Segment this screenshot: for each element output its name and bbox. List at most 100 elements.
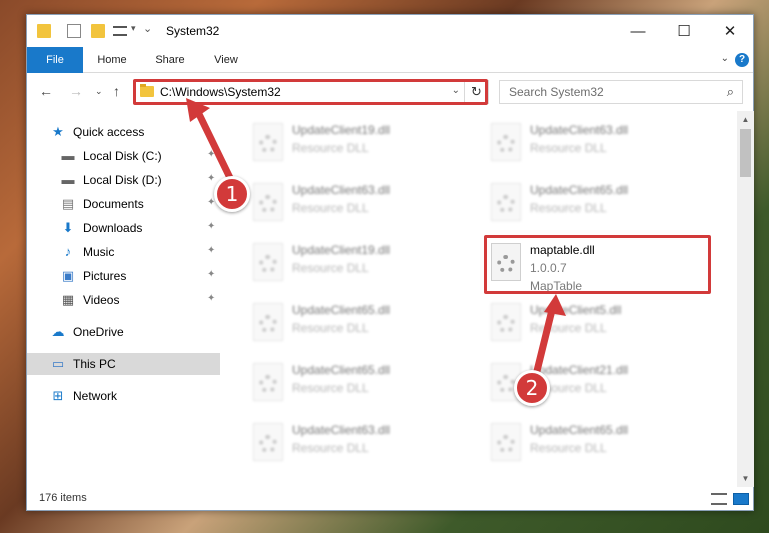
dropdown-arrow-icon[interactable]: ▾ [131, 23, 136, 34]
gear-icon [497, 435, 515, 453]
sidebar-item-documents[interactable]: ▤ Documents ✦ [27, 193, 220, 215]
file-name: UpdateClient63.dll [530, 123, 629, 137]
pictures-icon: ▣ [61, 268, 75, 283]
sidebar-item-music[interactable]: ♪ Music ✦ [27, 241, 220, 263]
dll-file-icon [253, 423, 283, 461]
sidebar-item-downloads[interactable]: ⬇ Downloads ✦ [27, 217, 220, 239]
file-item[interactable]: UpdateClient5.dll Resource DLL [485, 299, 710, 355]
sidebar-item-local-disk-d[interactable]: ▬ Local Disk (D:) ✦ [27, 169, 220, 191]
file-item[interactable]: UpdateClient65.dll Resource DLL [485, 419, 710, 475]
back-button[interactable]: ← [39, 83, 53, 99]
window-title: System32 [166, 24, 220, 38]
sidebar-item-this-pc[interactable]: ▭ This PC [27, 353, 220, 375]
details-view-icon[interactable] [711, 493, 727, 505]
file-list: UpdateClient19.dll Resource DLL UpdateClie… [221, 111, 737, 487]
tab-home[interactable]: Home [87, 47, 137, 73]
sidebar-item-label: Pictures [83, 269, 127, 283]
expand-ribbon-icon[interactable]: ⌄ [721, 53, 729, 64]
file-name: UpdateClient5.dll [530, 303, 622, 317]
gear-icon [259, 435, 277, 453]
dll-file-icon [491, 183, 521, 221]
file-detail: Resource DLL [292, 321, 369, 335]
scroll-up-icon[interactable]: ▲ [737, 111, 754, 128]
dll-file-icon [253, 183, 283, 221]
file-detail: Resource DLL [292, 201, 369, 215]
pin-icon: ✦ [207, 293, 216, 304]
close-button[interactable]: ✕ [707, 15, 753, 47]
scroll-down-icon[interactable]: ▼ [737, 470, 754, 487]
sidebar-item-label: Local Disk (D:) [83, 173, 162, 187]
maptable-file-highlight [484, 235, 711, 294]
pin-icon: ✦ [207, 245, 216, 256]
dll-file-icon [253, 123, 283, 161]
search-input[interactable]: Search System32 ⌕ [499, 80, 743, 104]
minimize-button[interactable]: — [615, 15, 661, 47]
help-icon[interactable]: ? [735, 53, 749, 67]
forward-button[interactable]: → [69, 83, 83, 99]
tab-view[interactable]: View [203, 47, 249, 73]
file-name: UpdateClient65.dll [530, 183, 629, 197]
file-detail: Resource DLL [292, 141, 369, 155]
gear-icon [259, 255, 277, 273]
sidebar-item-label: Music [83, 245, 115, 259]
dll-file-icon [253, 303, 283, 341]
gear-icon [259, 135, 277, 153]
sidebar-item-onedrive[interactable]: ☁ OneDrive [27, 321, 220, 343]
sidebar-item-label: Documents [83, 197, 144, 211]
file-item[interactable]: UpdateClient63.dll Resource DLL [247, 179, 472, 235]
sidebar-item-pictures[interactable]: ▣ Pictures ✦ [27, 265, 220, 287]
file-name: UpdateClient65.dll [292, 303, 391, 317]
scroll-thumb[interactable] [740, 129, 751, 177]
file-name: UpdateClient65.dll [292, 363, 391, 377]
dll-file-icon [491, 423, 521, 461]
new-folder-icon[interactable] [91, 24, 105, 38]
step-marker-2: 2 [514, 370, 550, 406]
dll-file-icon [491, 123, 521, 161]
file-name: UpdateClient63.dll [292, 423, 391, 437]
gear-icon [259, 315, 277, 333]
file-name: UpdateClient19.dll [292, 243, 391, 257]
vertical-scrollbar[interactable]: ▲ ▼ [737, 111, 754, 487]
file-item[interactable]: UpdateClient19.dll Resource DLL [247, 119, 472, 175]
file-item[interactable]: UpdateClient63.dll Resource DLL [485, 119, 710, 175]
address-bar-highlight [133, 79, 488, 105]
sidebar-item-videos[interactable]: ▦ Videos ✦ [27, 289, 220, 311]
drive-icon: ▬ [61, 172, 75, 187]
tab-file[interactable]: File [27, 47, 83, 73]
sidebar-item-quick-access[interactable]: ★ Quick access [27, 121, 220, 143]
file-item[interactable]: UpdateClient65.dll Resource DLL [485, 179, 710, 235]
tab-share[interactable]: Share [145, 47, 195, 73]
chevron-down-icon[interactable]: ⌄ [143, 22, 152, 35]
dll-file-icon [253, 243, 283, 281]
file-item[interactable]: UpdateClient65.dll Resource DLL [247, 299, 472, 355]
up-button[interactable]: ↑ [113, 83, 120, 99]
step-marker-1: 1 [214, 176, 250, 212]
sidebar-item-label: Network [73, 389, 118, 403]
pin-icon: ✦ [207, 173, 216, 184]
large-icons-view-icon[interactable] [733, 493, 749, 505]
file-item[interactable]: UpdateClient19.dll Resource DLL [247, 239, 472, 295]
dll-file-icon [491, 303, 521, 341]
item-count: 176 items [39, 492, 87, 504]
recent-locations-button[interactable]: ⌄ [95, 86, 103, 97]
maximize-button[interactable]: ☐ [661, 15, 707, 47]
customize-toolbar-icon[interactable] [113, 26, 127, 36]
properties-icon[interactable] [67, 24, 81, 38]
pin-icon: ✦ [207, 221, 216, 232]
sidebar-item-local-disk-c[interactable]: ▬ Local Disk (C:) ✦ [27, 145, 220, 167]
file-detail: Resource DLL [292, 381, 369, 395]
music-icon: ♪ [64, 244, 72, 259]
file-item[interactable]: UpdateClient65.dll Resource DLL [247, 359, 472, 415]
gear-icon [497, 195, 515, 213]
file-name: UpdateClient63.dll [292, 183, 391, 197]
cloud-icon: ☁ [51, 324, 65, 339]
file-item[interactable]: UpdateClient63.dll Resource DLL [247, 419, 472, 475]
file-name: UpdateClient19.dll [292, 123, 391, 137]
search-icon[interactable]: ⌕ [727, 84, 734, 100]
sidebar-item-network[interactable]: ⊞ Network [27, 385, 220, 407]
download-icon: ⬇ [62, 220, 74, 235]
search-placeholder: Search System32 [509, 85, 604, 99]
sidebar-item-label: Local Disk (C:) [83, 149, 162, 163]
gear-icon [497, 135, 515, 153]
sidebar-item-label: This PC [73, 357, 116, 371]
